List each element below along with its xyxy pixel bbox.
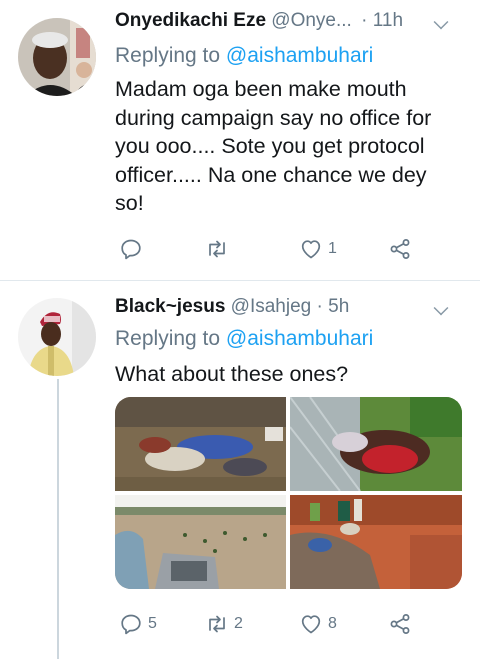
share-button[interactable]: [388, 236, 412, 262]
user-handle[interactable]: @Isahjeg: [231, 296, 312, 317]
tweet-2[interactable]: Black~jesus @Isahjeg · 5h Replying to @a…: [0, 281, 480, 659]
share-button[interactable]: [388, 611, 412, 637]
like-button[interactable]: 8: [299, 611, 337, 637]
tweet-text: What about these ones?: [115, 362, 349, 386]
retweet-icon: [209, 240, 225, 258]
replying-to-label: Replying to: [115, 327, 221, 350]
replying-to: Replying to @aishambuhari: [115, 44, 373, 68]
user-handle[interactable]: @Onye...: [271, 10, 352, 31]
tweet-header: Black~jesus @Isahjeg · 5h: [115, 296, 466, 324]
media-photo-2[interactable]: [290, 397, 462, 491]
media-photo-4[interactable]: [290, 495, 462, 589]
replying-to: Replying to @aishambuhari: [115, 327, 373, 351]
reply-button[interactable]: [119, 236, 148, 262]
mention-link[interactable]: @aishambuhari: [226, 327, 373, 350]
share-icon: [390, 614, 410, 634]
tweet-header: Onyedikachi Eze @Onye... · 11h: [115, 10, 466, 38]
timestamp[interactable]: · 11h: [361, 10, 403, 31]
caret-down-icon[interactable]: [433, 300, 449, 316]
caret-down-icon[interactable]: [433, 14, 449, 30]
like-button[interactable]: 1: [299, 236, 337, 262]
media-photo-1[interactable]: [115, 397, 286, 491]
tweet-actions: 1: [115, 236, 425, 262]
like-icon: [301, 615, 321, 634]
media-grid: [115, 397, 462, 589]
avatar[interactable]: [18, 18, 96, 96]
like-count: 1: [328, 240, 337, 257]
display-name[interactable]: Onyedikachi Eze: [115, 10, 266, 31]
retweet-button[interactable]: [205, 236, 234, 262]
reply-count: 5: [148, 615, 157, 632]
tweet-actions: 5 2 8: [115, 611, 425, 637]
reply-icon: [121, 239, 141, 260]
tweet-text: Madam oga been make mouth during campaig…: [115, 77, 432, 215]
retweet-count: 2: [234, 615, 243, 632]
timestamp[interactable]: · 5h: [317, 296, 350, 317]
mention-link[interactable]: @aishambuhari: [226, 44, 373, 67]
avatar[interactable]: [18, 298, 96, 376]
share-icon: [390, 239, 410, 259]
reply-button[interactable]: 5: [119, 611, 157, 637]
retweet-button[interactable]: 2: [205, 611, 243, 637]
thread-line: [57, 379, 59, 659]
media-photo-3[interactable]: [115, 495, 286, 589]
retweet-icon: [209, 615, 225, 633]
like-count: 8: [328, 615, 337, 632]
reply-icon: [121, 614, 141, 635]
display-name[interactable]: Black~jesus: [115, 296, 225, 317]
replying-to-label: Replying to: [115, 44, 221, 67]
like-icon: [301, 240, 321, 259]
tweet-1[interactable]: Onyedikachi Eze @Onye... · 11h Replying …: [0, 0, 480, 280]
